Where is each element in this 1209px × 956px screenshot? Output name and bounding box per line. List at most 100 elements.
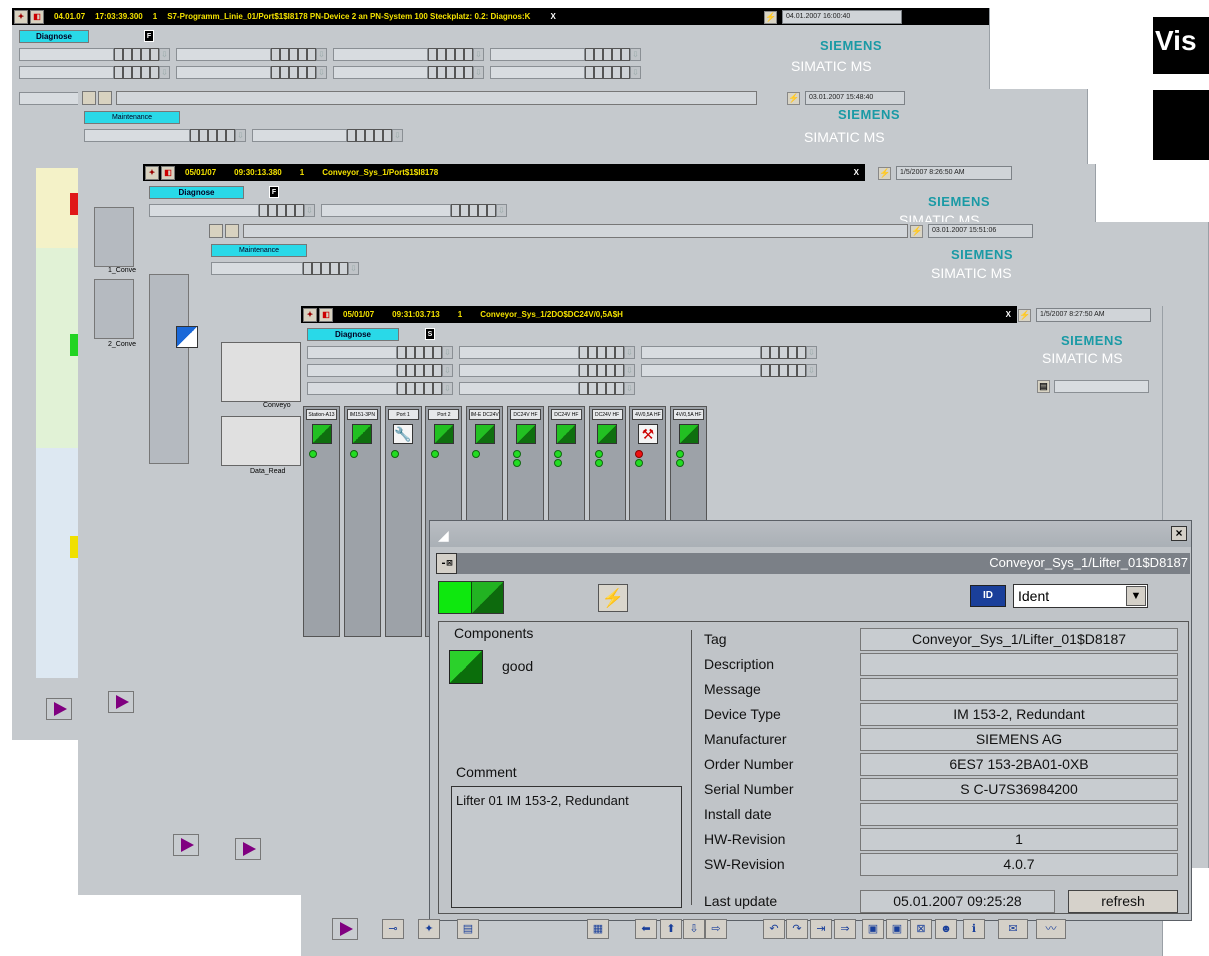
alarm-ack-icon[interactable]: ✦ — [303, 307, 317, 322]
alarm-list-icon[interactable] — [225, 223, 239, 238]
timestamp: 1/5/2007 8:27:50 AM — [1036, 308, 1151, 322]
led-green — [513, 450, 521, 458]
new-icon[interactable]: ✦ — [418, 919, 440, 939]
play-button[interactable] — [173, 834, 199, 856]
status-good-icon[interactable] — [352, 424, 373, 444]
status-row: ⇩ ⇩ ⇩ ⇩ — [19, 48, 779, 61]
status-good-icon[interactable] — [556, 424, 577, 444]
pin-icon[interactable]: ⊸ — [382, 919, 404, 939]
status-good-icon[interactable] — [515, 424, 536, 444]
forward-icon[interactable]: ⇒ — [834, 919, 856, 939]
play-button[interactable] — [235, 838, 261, 860]
siemens-logo: SIEMENS — [1061, 333, 1124, 348]
left-arrow-icon[interactable]: ⬅ — [635, 919, 657, 939]
tab-maintenance[interactable]: Maintenance — [211, 244, 307, 257]
simatic-label: SIMATIC MS — [791, 58, 872, 74]
alarm-warning-icon[interactable]: ⚡ — [878, 167, 891, 180]
mail-icon[interactable]: ✉ — [998, 919, 1028, 939]
pin-icon[interactable]: -⊠ — [436, 553, 457, 574]
diagnostics-icon[interactable]: ⚡ — [598, 584, 628, 612]
led-green — [676, 450, 685, 458]
tab-diagnose[interactable]: Diagnose — [307, 328, 399, 341]
module-rack-2 — [94, 279, 134, 339]
component-status-icon[interactable] — [449, 650, 483, 684]
jump-icon[interactable]: ⇥ — [810, 919, 832, 939]
printer-icon[interactable]: ▤ — [1037, 380, 1050, 393]
redo-icon[interactable]: ↷ — [786, 919, 808, 939]
property-key: Manufacturer — [704, 731, 787, 747]
alarm-close[interactable]: X — [854, 168, 859, 177]
close-button[interactable]: × — [1171, 526, 1187, 541]
tab-diagnose[interactable]: Diagnose — [149, 186, 244, 199]
window-close-icon[interactable]: ⊠ — [910, 919, 932, 939]
window-1-icon[interactable]: ▣ — [862, 919, 884, 939]
led-red — [635, 450, 644, 458]
alarm-warning-icon[interactable]: ⚡ — [1018, 309, 1031, 322]
alarm-ack-icon[interactable]: ✦ — [145, 165, 159, 180]
module-slot[interactable]: Port 1 🔧 — [384, 406, 422, 637]
status-good-icon[interactable] — [311, 424, 332, 444]
tab-maintenance[interactable]: Maintenance — [84, 111, 180, 124]
led-green — [349, 450, 358, 458]
play-button[interactable] — [46, 698, 72, 720]
status-row: ⇩ — [211, 262, 811, 275]
drag-handle-icon[interactable]: ◢ — [438, 527, 449, 544]
tab-diagnose[interactable]: Diagnose — [19, 30, 89, 43]
alarm-list-icon[interactable]: ◧ — [319, 307, 333, 322]
view-select[interactable]: Ident ▼ — [1013, 584, 1148, 608]
status-good-icon[interactable] — [474, 424, 495, 444]
property-key: Message — [704, 681, 761, 697]
down-arrow-icon[interactable]: ⇩ — [683, 919, 705, 939]
info-icon[interactable]: ℹ — [963, 919, 985, 939]
property-key: Install date — [704, 806, 772, 822]
property-value — [860, 653, 1178, 676]
up-arrow-icon[interactable]: ⬆ — [660, 919, 682, 939]
alarm-list-icon[interactable]: ◧ — [30, 9, 44, 24]
comment-field[interactable]: Lifter 01 IM 153-2, Redundant — [451, 786, 682, 908]
alarm-close[interactable]: X — [1006, 310, 1011, 319]
save-icon[interactable]: ▦ — [587, 919, 609, 939]
alarm-count: 1 — [457, 310, 463, 319]
right-arrow-icon[interactable]: ⇨ — [705, 919, 727, 939]
print-icon[interactable]: ▤ — [457, 919, 479, 939]
status-good-icon[interactable] — [678, 424, 699, 444]
alarm-list-icon[interactable]: ◧ — [161, 165, 175, 180]
maintenance-icon[interactable]: ⚒ — [637, 424, 658, 444]
alarm-line: ✦ ◧ 05/01/07 09:30:13.380 1 Conveyor_Sys… — [143, 164, 865, 181]
ident-view-icon[interactable]: ID — [970, 585, 1006, 607]
module-slot[interactable]: IM151-3PN — [343, 406, 381, 637]
alarm-ack-icon[interactable]: ✦ — [14, 9, 28, 24]
module-slot[interactable]: Station-A13 — [303, 406, 340, 637]
property-row: SW-Revision 4.0.7 — [704, 853, 1184, 878]
simatic-label: SIMATIC MS — [931, 265, 1012, 281]
chevron-down-icon[interactable]: ▼ — [1126, 586, 1146, 606]
user-icon[interactable]: ☻ — [935, 919, 957, 939]
wrench-icon[interactable]: 🔧 — [393, 424, 414, 444]
property-value — [860, 803, 1178, 826]
faceplate-body: Components good Comment Lifter 01 IM 153… — [438, 621, 1189, 914]
alarm-list-icon[interactable] — [98, 90, 112, 105]
led-green — [472, 450, 481, 458]
alarm-warning-icon[interactable]: ⚡ — [787, 92, 800, 105]
alarm-ack-icon[interactable] — [209, 223, 223, 238]
alarm-date: 04.01.07 — [54, 12, 86, 21]
alarm-warning-icon[interactable]: ⚡ — [764, 11, 777, 24]
curve-icon[interactable]: 〰 — [1036, 919, 1066, 939]
undo-icon[interactable]: ↶ — [763, 919, 785, 939]
alarm-message: S7-Programm_Linie_01/Port$1$I8178 PN-Dev… — [167, 12, 531, 21]
refresh-button[interactable]: refresh — [1068, 890, 1178, 913]
alarm-message: Conveyor_Sys_1/Port$1$I8178 — [322, 168, 439, 177]
component-status-text: good — [502, 658, 534, 674]
module-label: IM151-3PN — [346, 409, 378, 420]
alarm-warning-icon[interactable]: ⚡ — [910, 225, 923, 238]
alarm-ack-icon[interactable] — [82, 90, 96, 105]
alarm-close[interactable]: X — [550, 12, 555, 21]
window-2-icon[interactable]: ▣ — [886, 919, 908, 939]
status-good-icon[interactable] — [597, 424, 618, 444]
led-green — [594, 459, 603, 467]
play-button[interactable] — [332, 918, 358, 940]
property-row: Description — [704, 653, 1184, 678]
play-button[interactable] — [108, 691, 134, 713]
status-good-icon[interactable] — [433, 424, 454, 444]
property-key: Description — [704, 656, 775, 672]
